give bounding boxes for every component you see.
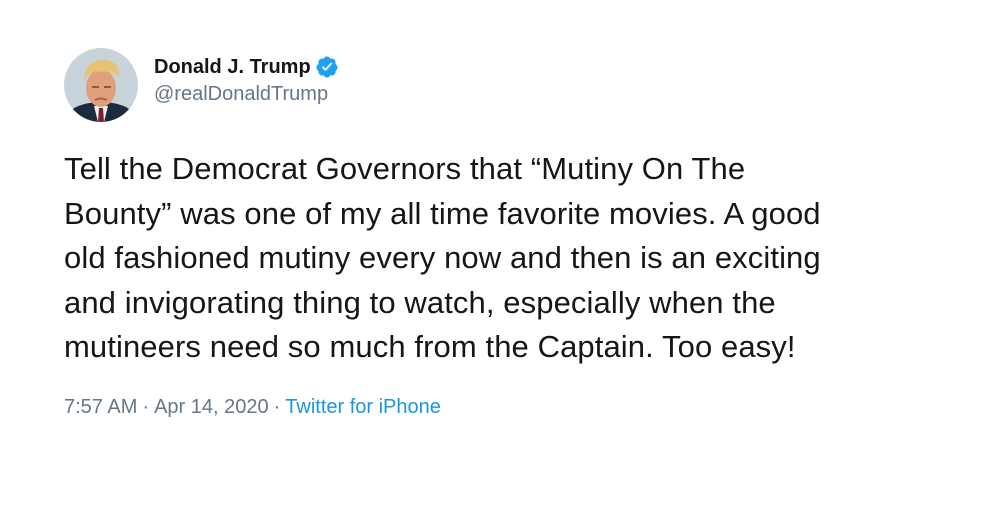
tweet-text-line: old fashioned mutiny every now and then … [64, 240, 821, 275]
tweet-text: Tell the Democrat Governors that “Mutiny… [64, 147, 934, 370]
author-names: Donald J. Trump @realDonaldTrump [154, 55, 339, 107]
tweet-meta: 7:57 AM · Apr 14, 2020 · Twitter for iPhone [64, 395, 441, 419]
display-name[interactable]: Donald J. Trump [154, 55, 311, 79]
tweet-source-link[interactable]: Twitter for iPhone [285, 396, 441, 418]
tweet-header: Donald J. Trump @realDonaldTrump [64, 48, 339, 122]
tweet-text-line: Bounty” was one of my all time favorite … [64, 195, 821, 231]
tweet-card: Donald J. Trump @realDonaldTrump Tell th… [0, 0, 998, 505]
tweet-text-line: Tell the Democrat Governors that “Mutiny… [64, 151, 746, 186]
tweet-date[interactable]: Apr 14, 2020 [154, 396, 269, 418]
profile-photo [64, 48, 138, 122]
verified-badge-icon [315, 55, 339, 79]
meta-separator: · [142, 396, 150, 418]
meta-separator: · [273, 396, 281, 418]
tweet-text-line: and invigorating thing to watch, especia… [64, 284, 776, 320]
handle[interactable]: @realDonaldTrump [154, 81, 339, 107]
name-row: Donald J. Trump [154, 55, 339, 79]
avatar[interactable] [64, 48, 138, 122]
tweet-text-line: mutineers need so much from the Captain.… [64, 329, 796, 364]
tweet-time[interactable]: 7:57 AM [64, 396, 137, 418]
